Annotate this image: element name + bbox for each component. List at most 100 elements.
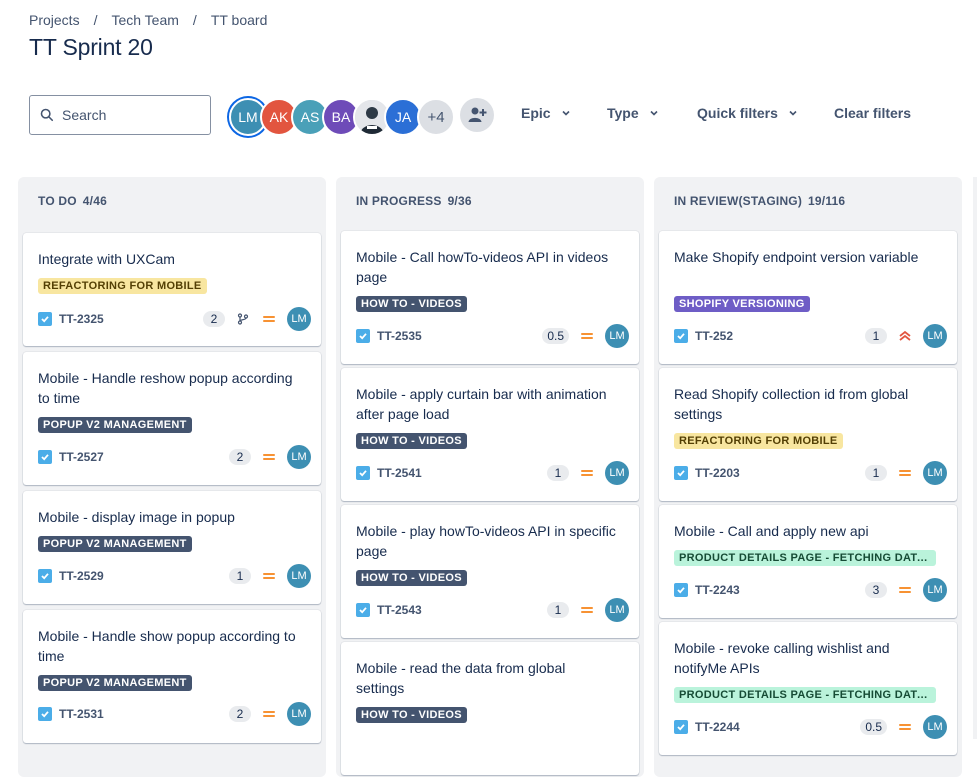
clear-filters-label: Clear filters — [834, 105, 912, 121]
assignee-avatar[interactable]: LM — [287, 702, 311, 726]
epic-filter-label: Epic — [521, 105, 551, 121]
card-title: Read Shopify collection id from global s… — [674, 386, 909, 422]
quick-filters-label: Quick filters — [697, 105, 778, 121]
epic-label: SHOPIFY VERSIONING — [674, 296, 810, 312]
page-title: TT Sprint 20 — [29, 34, 153, 60]
card-title: Mobile - Call howTo-videos API in videos… — [356, 249, 609, 285]
breadcrumb-separator: / — [93, 12, 98, 28]
issue-card[interactable]: Mobile - Call and apply new api PRODUCT … — [659, 505, 957, 618]
issue-key[interactable]: TT-2531 — [59, 707, 104, 721]
assignee-avatar[interactable]: LM — [923, 578, 947, 602]
story-points: 2 — [203, 311, 225, 327]
issue-key[interactable]: TT-2543 — [377, 603, 422, 617]
story-checkbox-icon — [674, 583, 688, 597]
card-footer: TT-2244 0.5 LM — [674, 715, 947, 739]
breadcrumb-tech-team[interactable]: Tech Team — [111, 12, 178, 28]
story-checkbox-icon — [356, 329, 370, 343]
card-footer: TT-252 1 LM — [674, 324, 947, 348]
column-header: IN PROGRESS 9/36 — [356, 194, 472, 208]
type-filter[interactable]: Type — [607, 105, 659, 121]
priority-medium-icon — [261, 568, 277, 584]
card-footer: TT-2529 1 LM — [38, 564, 311, 588]
assignee-avatar[interactable]: LM — [605, 461, 629, 485]
issue-card[interactable]: Mobile - read the data from global setti… — [341, 642, 639, 775]
add-people-button[interactable] — [460, 98, 494, 132]
avatar-initials: AK — [269, 109, 289, 125]
column-in-review: IN REVIEW(STAGING) 19/116 Make Shopify e… — [654, 177, 962, 777]
issue-card[interactable]: Mobile - Call howTo-videos API in videos… — [341, 231, 639, 364]
breadcrumb-projects[interactable]: Projects — [29, 12, 80, 28]
issue-card[interactable]: Integrate with UXCam REFACTORING FOR MOB… — [23, 233, 321, 346]
story-points: 1 — [547, 602, 569, 618]
add-person-icon — [468, 107, 487, 122]
assignee-avatar[interactable]: LM — [923, 461, 947, 485]
chevron-down-icon — [789, 110, 797, 116]
epic-filter[interactable]: Epic — [521, 105, 571, 121]
avatar-more[interactable]: +4 — [417, 98, 455, 136]
priority-medium-icon — [579, 328, 595, 344]
assignee-avatar[interactable]: LM — [605, 324, 629, 348]
priority-medium-icon — [897, 582, 913, 598]
assignee-avatar[interactable]: LM — [287, 307, 311, 331]
search-input[interactable] — [60, 106, 194, 124]
story-points: 0.5 — [860, 719, 887, 735]
issue-card[interactable]: Read Shopify collection id from global s… — [659, 368, 957, 501]
search-icon — [40, 108, 54, 122]
epic-label: HOW TO - VIDEOS — [356, 433, 467, 449]
column-header: TO DO 4/46 — [38, 194, 107, 208]
quick-filters[interactable]: Quick filters — [697, 105, 798, 121]
issue-key[interactable]: TT-2529 — [59, 569, 104, 583]
assignee-avatar[interactable]: LM — [923, 715, 947, 739]
story-points: 2 — [229, 706, 251, 722]
issue-card[interactable]: Make Shopify endpoint version variable S… — [659, 231, 957, 364]
issue-key[interactable]: TT-2244 — [695, 720, 740, 734]
issue-card[interactable]: Mobile - Handle reshow popup according t… — [23, 352, 321, 485]
assignee-avatar[interactable]: LM — [287, 564, 311, 588]
issue-key[interactable]: TT-2203 — [695, 466, 740, 480]
epic-label: POPUP V2 MANAGEMENT — [38, 675, 192, 691]
card-footer: TT-2203 1 LM — [674, 461, 947, 485]
issue-card[interactable]: Mobile - revoke calling wishlist and not… — [659, 622, 957, 755]
assignee-avatar[interactable]: LM — [605, 598, 629, 622]
priority-medium-icon — [897, 465, 913, 481]
type-filter-label: Type — [607, 105, 639, 121]
story-points: 2 — [229, 449, 251, 465]
priority-medium-icon — [261, 311, 277, 327]
clear-filters-button[interactable]: Clear filters — [834, 105, 911, 121]
issue-key[interactable]: TT-2325 — [59, 312, 104, 326]
issue-card[interactable]: Mobile - display image in popup POPUP V2… — [23, 491, 321, 604]
issue-key[interactable]: TT-2541 — [377, 466, 422, 480]
priority-medium-icon — [261, 706, 277, 722]
epic-label: PRODUCT DETAILS PAGE - FETCHING DATA ... — [674, 550, 936, 566]
card-title: Make Shopify endpoint version variable — [674, 249, 919, 265]
column-count: 9/36 — [447, 194, 472, 208]
card-footer: TT-2543 1 LM — [356, 598, 629, 622]
assignee-avatar[interactable]: LM — [287, 445, 311, 469]
issue-card[interactable]: Mobile - apply curtain bar with animatio… — [341, 368, 639, 501]
story-checkbox-icon — [674, 720, 688, 734]
issue-card[interactable]: Mobile - Handle show popup according to … — [23, 610, 321, 743]
column-count: 4/46 — [82, 194, 107, 208]
assignee-avatar[interactable]: LM — [923, 324, 947, 348]
column-title: IN REVIEW(STAGING) — [674, 194, 803, 208]
avatar-initials: LM — [238, 109, 258, 125]
card-title: Integrate with UXCam — [38, 251, 175, 267]
story-points: 1 — [547, 465, 569, 481]
breadcrumb-separator: / — [192, 12, 197, 28]
epic-label: POPUP V2 MANAGEMENT — [38, 417, 192, 433]
search-box[interactable] — [29, 95, 211, 135]
breadcrumb-tt-board[interactable]: TT board — [211, 12, 268, 28]
story-points: 0.5 — [542, 328, 569, 344]
story-checkbox-icon — [356, 603, 370, 617]
avatar-initials: BA — [331, 109, 351, 125]
issue-key[interactable]: TT-2243 — [695, 583, 740, 597]
card-title: Mobile - read the data from global setti… — [356, 660, 566, 696]
priority-medium-icon — [897, 719, 913, 735]
issue-key[interactable]: TT-2535 — [377, 329, 422, 343]
priority-medium-icon — [261, 449, 277, 465]
card-footer: TT-2527 2 LM — [38, 445, 311, 469]
issue-key[interactable]: TT-252 — [695, 329, 733, 343]
card-title: Mobile - apply curtain bar with animatio… — [356, 386, 607, 422]
issue-key[interactable]: TT-2527 — [59, 450, 104, 464]
issue-card[interactable]: Mobile - play howTo-videos API in specif… — [341, 505, 639, 638]
